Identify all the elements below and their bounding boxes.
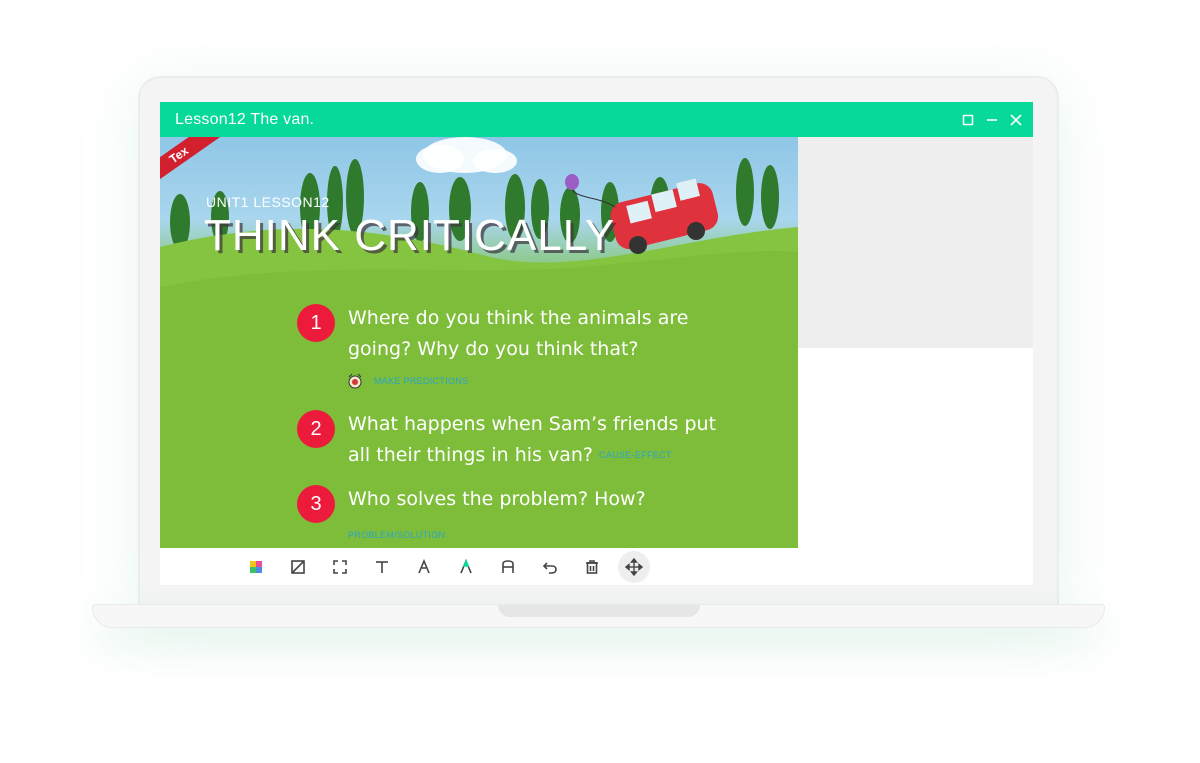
- drawing-toolbar: [160, 548, 1033, 585]
- delete-button[interactable]: [576, 551, 608, 583]
- window-controls: [959, 102, 1025, 137]
- color-palette-button[interactable]: [240, 551, 272, 583]
- move-icon: [625, 557, 643, 576]
- question-item: 1 Where do you think the animals are goi…: [297, 303, 728, 365]
- question-text: Who solves the problem? How?: [348, 488, 646, 510]
- question-text: Where do you think the animals are going…: [348, 307, 689, 360]
- select-button[interactable]: [324, 551, 356, 583]
- eraser-button[interactable]: [492, 551, 524, 583]
- skill-tag: CAUSE-EFFECT: [599, 450, 672, 460]
- crop-button[interactable]: [282, 551, 314, 583]
- maximize-icon: [962, 114, 974, 125]
- skill-row: PROBLEM/SOLUTION: [348, 530, 445, 540]
- question-number: 1: [297, 304, 335, 342]
- highlighter-button[interactable]: [450, 551, 482, 583]
- question-item: 2 What happens when Sam’s friends put al…: [297, 409, 738, 471]
- skill-row: MAKE PREDICTIONS: [346, 373, 468, 389]
- highlighter-icon: [460, 558, 472, 573]
- side-panel-top: [798, 137, 1033, 348]
- window-title: Lesson12 The van.: [175, 110, 315, 128]
- question-number: 2: [297, 410, 335, 448]
- eraser-icon: [502, 559, 514, 573]
- pen-icon: [418, 558, 430, 573]
- text-button[interactable]: [366, 551, 398, 583]
- app-window: Lesson12 The van. Tex UNIT1 LESSON12 THI…: [160, 102, 1033, 585]
- question-text: What happens when Sam’s friends put all …: [348, 409, 738, 471]
- crop-icon: [291, 559, 305, 574]
- skill-tag: MAKE PREDICTIONS: [374, 376, 469, 386]
- maximize-button[interactable]: [959, 111, 977, 129]
- close-button[interactable]: [1007, 111, 1025, 129]
- minimize-icon: [987, 118, 997, 121]
- side-panel-bottom: [798, 348, 1033, 548]
- color-palette-icon: [250, 560, 262, 573]
- undo-button[interactable]: [534, 551, 566, 583]
- minimize-button[interactable]: [983, 111, 1001, 129]
- lesson-slide: Tex UNIT1 LESSON12 THINK CRITICALLY 1 Wh…: [160, 137, 798, 548]
- move-button[interactable]: [618, 550, 650, 583]
- skill-character-icon: [348, 373, 362, 389]
- question-item: 3 Who solves the problem? How?: [297, 484, 728, 523]
- laptop-notch: [498, 605, 700, 617]
- question-number: 3: [297, 485, 335, 523]
- unit-lesson-label: UNIT1 LESSON12: [206, 194, 330, 210]
- slide-heading: THINK CRITICALLY: [204, 211, 616, 260]
- titlebar: Lesson12 The van.: [160, 102, 1033, 137]
- close-icon: [1010, 113, 1022, 126]
- skill-tag: PROBLEM/SOLUTION: [348, 530, 446, 540]
- select-icon: [333, 559, 347, 574]
- delete-icon: [586, 559, 598, 574]
- pen-button[interactable]: [408, 551, 440, 583]
- undo-icon: [542, 561, 557, 574]
- text-icon: [376, 560, 388, 573]
